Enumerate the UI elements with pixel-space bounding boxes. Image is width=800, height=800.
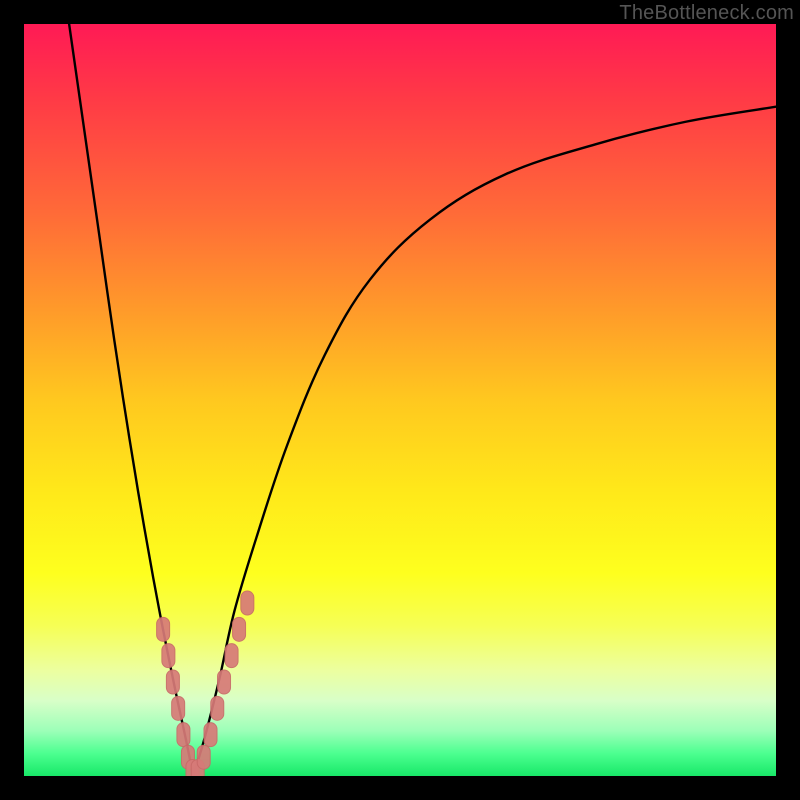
data-marker — [233, 617, 246, 641]
data-marker — [211, 696, 224, 720]
bottleneck-curve — [24, 24, 776, 776]
data-marker — [172, 696, 185, 720]
plot-area — [24, 24, 776, 776]
data-marker — [225, 644, 238, 668]
data-marker — [177, 723, 190, 747]
data-marker — [166, 670, 179, 694]
watermark-text: TheBottleneck.com — [619, 2, 794, 25]
data-marker — [241, 591, 254, 615]
curve-right-branch — [193, 107, 776, 776]
data-marker — [157, 617, 170, 641]
outer-frame: TheBottleneck.com — [0, 0, 800, 800]
data-marker — [204, 723, 217, 747]
data-marker — [162, 644, 175, 668]
data-marker — [197, 745, 210, 769]
data-marker — [218, 670, 231, 694]
